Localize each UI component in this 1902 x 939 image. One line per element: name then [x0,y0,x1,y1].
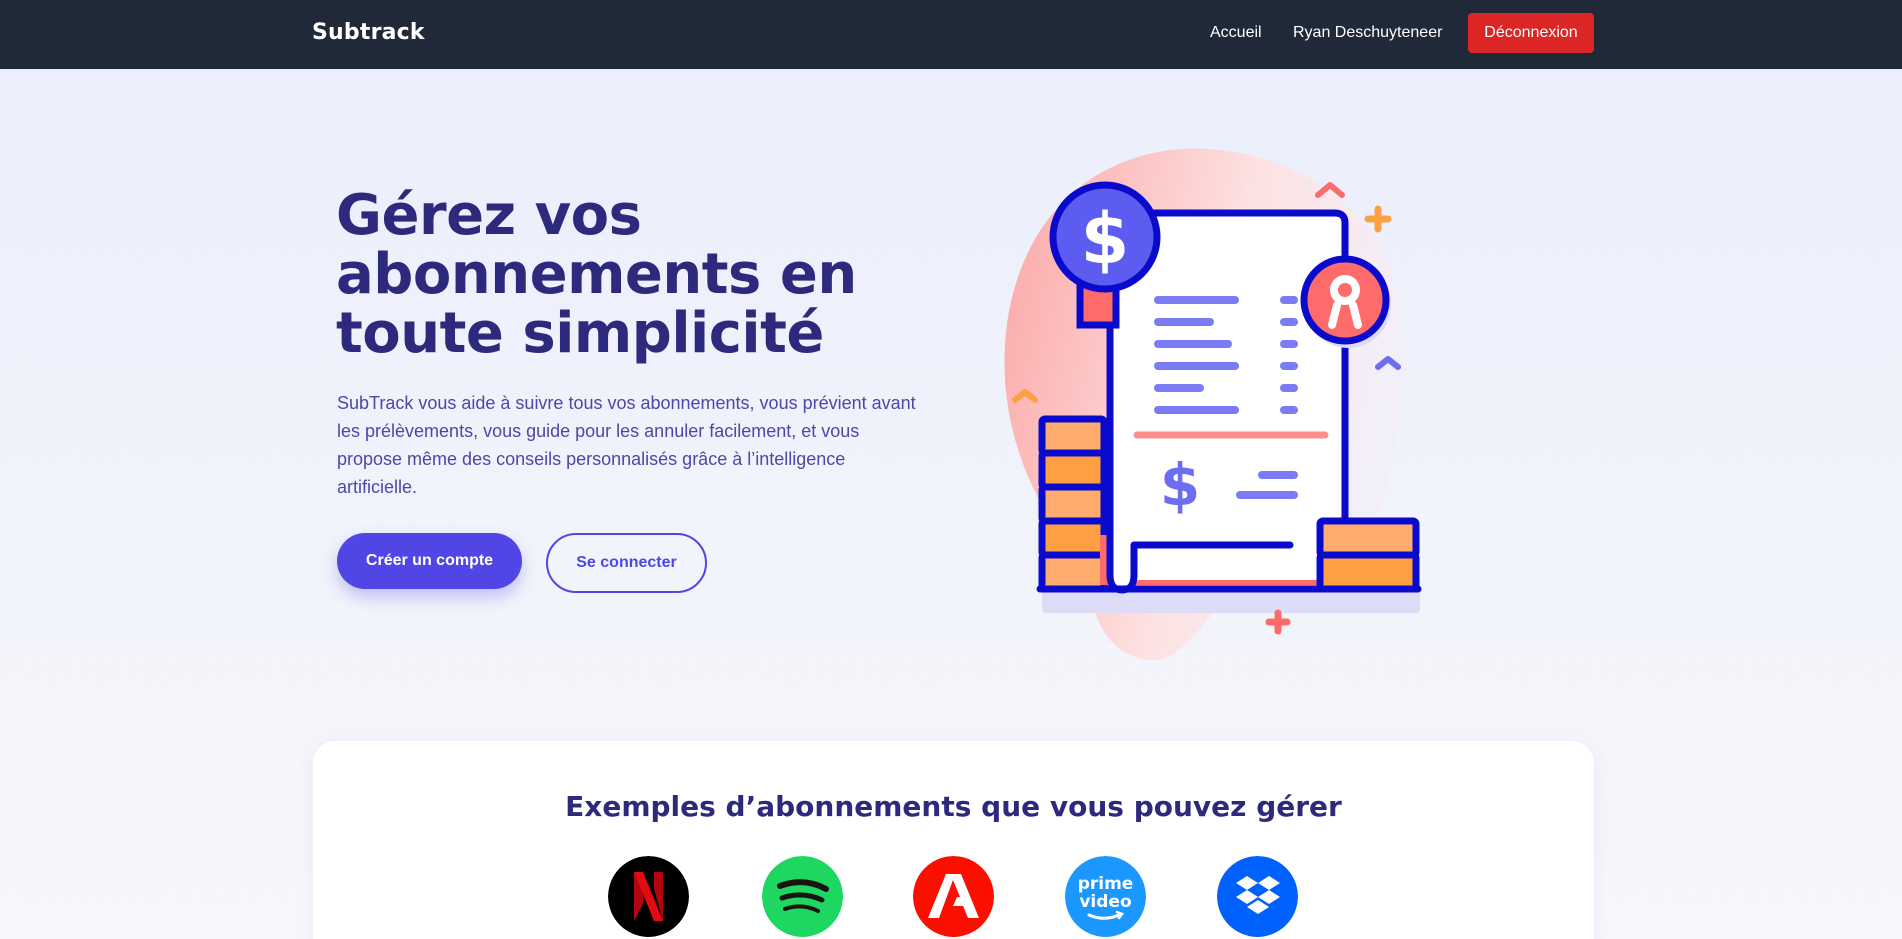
examples-title: Exemples d’abonnements que vous pouvez g… [565,790,1342,823]
brand-logo[interactable]: Subtrack [312,20,425,45]
navbar: Subtrack Accueil Ryan Deschuyteneer Déco… [0,0,1902,69]
svg-text:$: $ [1160,451,1200,519]
nav-link-home[interactable]: Accueil [1210,24,1262,42]
adobe-logo-icon [913,856,994,937]
nav-link-user-profile[interactable]: Ryan Deschuyteneer [1293,24,1442,42]
create-account-button[interactable]: Créer un compte [337,533,522,589]
login-button[interactable]: Se connecter [546,533,707,593]
svg-text:video: video [1079,892,1131,912]
logout-button[interactable]: Déconnexion [1468,13,1594,53]
hero-description: SubTrack vous aide à suivre tous vos abo… [337,393,916,497]
prime-video-logo-icon: prime video [1065,856,1146,937]
netflix-logo-icon [608,856,689,937]
dropbox-logo-icon [1217,856,1298,937]
svg-text:prime: prime [1078,874,1134,894]
spotify-logo-icon [762,856,843,937]
examples-section: Exemples d’abonnements que vous pouvez g… [313,741,1594,939]
bill-receipt-illustration: $ $ [1000,145,1430,665]
svg-text:$: $ [1081,198,1130,280]
hero-title: Gérez vos abonnements en toute simplicit… [336,183,857,366]
